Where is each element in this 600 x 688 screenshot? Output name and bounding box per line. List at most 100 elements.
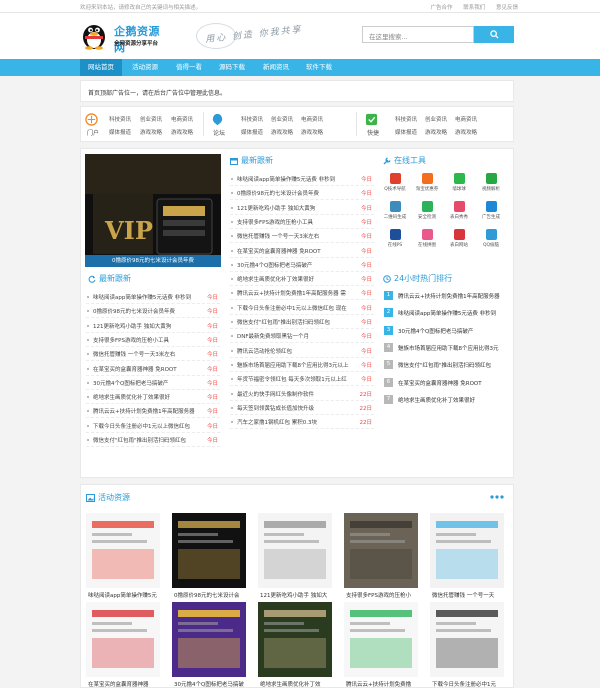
latest-left-row-title[interactable]: 0撸原价98元的七米设计会员年费 [93,307,201,315]
latest-left-row[interactable]: 下载今日头条注册必中1元以上微信红包 今日 [86,419,220,433]
latest-right-row[interactable]: 下载今日头条注册必中1元以上微信红包 现在 今日 [230,301,374,315]
nav-home[interactable]: 网站首页 [80,59,122,76]
latest-right-row-title[interactable]: DNF最新免费领取黑钻一个月 [237,332,355,340]
ad-banner[interactable]: 首页顶部广告位一，请在后台广告位中管理此信息。 [80,80,514,102]
category-link[interactable]: 创业资讯 [425,115,447,123]
latest-right-row-title[interactable]: 0撸原价98元的七米设计会员年费 [237,189,355,197]
latest-left-row-title[interactable]: 30元撸4个Q图标把老马搞破产 [93,379,201,387]
latest-right-row-title[interactable]: 味哒阅读app简单操作赚5元话费 非秒到 [237,175,355,183]
latest-right-row[interactable]: DNF最新免费领取黑钻一个月 今日 [230,329,374,344]
latest-left-row[interactable]: 微信托管赚钱 一个号一天3米左右 今日 [86,347,220,362]
tool-item[interactable]: 广告生成 [479,200,503,224]
latest-right-row[interactable]: 最近火的快手网红头像制作软件 22日 [230,387,374,401]
latest-left-row-title[interactable]: 微信支付"红包雨"推出别活扫码领红包 [93,436,201,444]
category-link[interactable]: 电商资讯 [171,115,193,123]
ranking-item[interactable]: 3 30元撸4个Q图标把老马搞破产 [384,324,514,338]
category-link[interactable]: 媒体报道 [109,128,131,136]
category-link[interactable]: 游戏攻略 [455,128,477,136]
category-link[interactable]: 游戏攻略 [425,128,447,136]
activity-caption[interactable]: 121更新吃鸡小助手 独如大 [260,591,344,599]
category-link[interactable]: 科技资讯 [395,115,417,123]
category-link[interactable]: 科技资讯 [109,115,131,123]
rank-title[interactable]: 腾讯云云+扶持计划免费撸1年高配服务器 [398,292,500,300]
activity-caption[interactable]: 味哒阅读app简单操作赚5元 [88,591,172,599]
latest-right-row[interactable]: 支持很多FPS游戏的压枪小工具 今日 [230,215,374,229]
latest-left-row[interactable]: 121更新吃鸡小助手 独如大黄狗 今日 [86,319,220,333]
latest-left-row-title[interactable]: 在某宝买的盒囊育器神器 免ROOT [93,365,201,373]
activity-caption[interactable]: 支持很多FPS游戏的压枪小 [346,591,430,599]
more-button[interactable] [490,494,504,501]
tool-item[interactable]: 在线PS [383,228,407,252]
latest-right-row-title[interactable]: 下载今日头条注册必中1元以上微信红包 现在 [237,304,355,312]
top-link-contact[interactable]: 联系我们 [463,5,485,11]
latest-right-row-title[interactable]: 121更新吃鸡小助手 独如大黄狗 [237,204,355,212]
activity-thumbnail[interactable] [430,513,504,588]
latest-right-row[interactable]: 121更新吃鸡小助手 独如大黄狗 今日 [230,201,374,215]
latest-left-row[interactable]: 在某宝买的盒囊育器神器 免ROOT 今日 [86,362,220,376]
featured-slide[interactable]: VIP 0撸原价98元的七米设计会员年费 [85,154,221,267]
latest-right-row[interactable]: 绝地求生画质优化补丁效果很好 今日 [230,272,374,287]
activity-thumbnail[interactable] [258,513,332,588]
category-link[interactable]: 电商资讯 [301,115,323,123]
rank-title[interactable]: 微信支付"红包雨"推出别活扫码领红包 [398,361,491,369]
latest-left-row[interactable]: 微信支付"红包雨"推出别活扫码领红包 今日 [86,433,220,447]
latest-right-row[interactable]: 30元撸4个Q图标把老马搞破产 今日 [230,258,374,272]
category-link[interactable]: 游戏攻略 [140,128,162,136]
tool-item[interactable]: 二维码生成 [383,200,407,224]
latest-right-row-title[interactable]: 在某宝买的盒囊育器神器 免ROOT [237,247,355,255]
category-link[interactable]: 媒体报道 [241,128,263,136]
activity-caption[interactable]: 在某宝买的盒囊育器神器 [88,680,172,688]
category-link[interactable]: 科技资讯 [241,115,263,123]
ranking-item[interactable]: 6 在某宝买的盒囊育器神器 免ROOT [384,376,514,390]
latest-right-row-title[interactable]: 腾讯云活动抢伦领红包 [237,347,355,355]
latest-left-row-title[interactable]: 下载今日头条注册必中1元以上微信红包 [93,422,201,430]
tool-item[interactable]: 视频解析 [479,172,503,196]
latest-right-row[interactable]: 腾讯云云+扶持计划免费撸1年高配服务器 需今日 [230,286,374,301]
latest-left-row-title[interactable]: 121更新吃鸡小助手 独如大黄狗 [93,322,201,330]
nav-worth-watching[interactable]: 值得一看 [168,59,210,76]
latest-left-row[interactable]: 绝地求生画质优化补丁效果很好 今日 [86,390,220,405]
rank-title[interactable]: 味哒阅读app简单操作赚5元话费 非秒到 [398,309,496,317]
latest-right-row-title[interactable]: 魅族市场首届应用助下载8个应用比得3元以上 [237,361,355,369]
ranking-item[interactable]: 5 微信支付"红包雨"推出别活扫码领红包 [384,358,514,372]
latest-right-row-title[interactable]: 每天签到领黄钻成长值加快升级 [237,404,355,412]
latest-left-row-title[interactable]: 腾讯云云+扶持计划免费撸1年高配服务器 [93,407,201,415]
rank-title[interactable]: 魅族市场首届应用助下载8个应用比得3元 [398,344,499,352]
ranking-item[interactable]: 7 绝地求生画质优化补丁效果很好 [384,393,514,407]
latest-left-row-title[interactable]: 支持很多FPS游戏的压枪小工具 [93,336,201,344]
latest-right-row[interactable]: 年货节福密令领红包 每天多次领取1元以上红 今日 [230,372,374,387]
activity-thumbnail[interactable] [86,602,160,677]
latest-right-row-title[interactable]: 汽车之家撸1钢机红包 累积0.3块 [237,418,355,426]
latest-right-row-title[interactable]: 绝地求生画质优化补丁效果很好 [237,275,355,283]
latest-right-row-title[interactable]: 微信托管赚钱 一个号一天3米左右 [237,232,355,240]
activity-thumbnail[interactable] [258,602,332,677]
latest-right-row[interactable]: 在某宝买的盒囊育器神器 免ROOT 今日 [230,244,374,258]
top-link-feedback[interactable]: 意见反馈 [496,5,518,11]
latest-right-row[interactable]: 微信托管赚钱 一个号一天3米左右 今日 [230,229,374,244]
activity-caption[interactable]: 微信托管赚钱 一个号一天 [432,591,516,599]
activity-caption[interactable]: 腾讯云云+扶持计划免费撸 [346,680,430,688]
latest-right-row[interactable]: 魅族市场首届应用助下载8个应用比得3元以上 今日 [230,358,374,372]
latest-left-row[interactable]: 味哒阅读app简单操作赚5元话费 非秒到 今日 [86,290,220,304]
ranking-item[interactable]: 1 腾讯云云+扶持计划免费撸1年高配服务器 [384,289,514,303]
top-link-ads[interactable]: 广告合作 [430,5,452,11]
search-input[interactable]: 在这里搜索... [362,26,474,43]
latest-right-row-title[interactable]: 最近火的快手网红头像制作软件 [237,390,355,398]
latest-right-row[interactable]: 腾讯云活动抢伦领红包 今日 [230,344,374,358]
ranking-item[interactable]: 2 味哒阅读app简单操作赚5元话费 非秒到 [384,306,514,320]
tool-item[interactable]: 表白网站 [447,228,471,252]
nav-software[interactable]: 软件下载 [298,59,340,76]
activity-thumbnail[interactable] [172,602,246,677]
tool-item[interactable]: QQ偷脑 [479,228,503,252]
latest-right-row[interactable]: 汽车之家撸1钢机红包 累积0.3块 22日 [230,415,374,430]
latest-right-row-title[interactable]: 支持很多FPS游戏的压枪小工具 [237,218,355,226]
tool-item[interactable]: 在线拼图 [415,228,439,252]
latest-right-row-title[interactable]: 30元撸4个Q图标把老马搞破产 [237,261,355,269]
tool-item[interactable]: Q技术导航 [383,172,407,196]
latest-right-row[interactable]: 微信支付"红包雨"推出别活扫码领红包 今日 [230,315,374,329]
latest-left-row-title[interactable]: 微信托管赚钱 一个号一天3米左右 [93,350,201,358]
latest-right-row-title[interactable]: 腾讯云云+扶持计划免费撸1年高配服务器 需 [237,289,355,297]
category-link[interactable]: 游戏攻略 [301,128,323,136]
latest-right-row-title[interactable]: 年货节福密令领红包 每天多次领取1元以上红 [237,375,355,383]
rank-title[interactable]: 绝地求生画质优化补丁效果很好 [398,396,475,404]
